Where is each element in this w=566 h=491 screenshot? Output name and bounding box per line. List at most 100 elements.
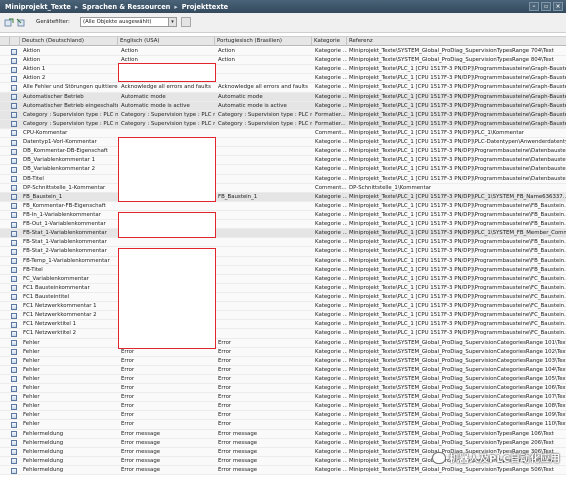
cell-german[interactable]: Fehler <box>22 393 118 402</box>
table-row[interactable]: FehlerErrorErrorKategorie ...Miniprojekt… <box>0 420 566 430</box>
cell-portuguese[interactable]: Category : Supervision type : PLC name <box>217 120 312 129</box>
cell-reference[interactable]: Miniprojekt_Texte\PLC_1 [CPU 1517F-3 PN/… <box>348 220 566 229</box>
close-icon[interactable]: × <box>553 2 563 11</box>
cell-portuguese[interactable]: Error <box>217 348 312 357</box>
cell-category[interactable]: Kategorie ... <box>314 202 347 211</box>
cell-portuguese[interactable] <box>217 320 312 329</box>
table-row[interactable]: Aktion 2 Kategorie ... Miniprojekt_Texte\P… <box>0 74 566 84</box>
cell-portuguese[interactable]: Action <box>217 56 312 65</box>
cell-english[interactable]: Error <box>120 384 215 393</box>
cell-category[interactable]: Kategorie ... <box>314 430 347 439</box>
cell-portuguese[interactable]: Error message <box>217 466 312 475</box>
cell-german[interactable]: FB-Titel <box>22 266 118 275</box>
cell-reference[interactable]: Miniprojekt_Texte\PLC_1 [CPU 1517F-3 PN/… <box>348 193 566 202</box>
filter-icon[interactable] <box>181 17 191 27</box>
cell-category[interactable]: Kategorie ... <box>314 56 347 65</box>
cell-english[interactable]: Error message <box>120 448 215 457</box>
cell-german[interactable]: FC1 Netzwerkkommentar 2 <box>22 311 118 320</box>
cell-category[interactable]: Kategorie ... <box>314 220 347 229</box>
cell-german[interactable]: DB-Titel <box>22 175 118 184</box>
table-row[interactable]: FC1 Netzwerktitel 2 Kategorie ... Miniproj… <box>0 329 566 339</box>
cell-german[interactable]: FC1 Netzwerkkommentar 1 <box>22 302 118 311</box>
cell-reference[interactable]: Miniprojekt_Texte\PLC_1 [CPU 1517F-3 PN/… <box>348 65 566 74</box>
cell-category[interactable]: Kategorie ... <box>314 193 347 202</box>
table-row[interactable]: FB-Out_1-Variablenkommentar Kategorie ...… <box>0 220 566 230</box>
column-header-german[interactable]: Deutsch (Deutschland) <box>20 37 118 46</box>
cell-reference[interactable]: Miniprojekt_Texte\SYSTEM_Global_ProDiag_… <box>348 366 566 375</box>
export-icon[interactable] <box>4 18 14 27</box>
cell-reference[interactable]: Miniprojekt_Texte\SYSTEM_Global_ProDiag_… <box>348 348 566 357</box>
table-row[interactable]: Automatischer Betrieb Automatic mode Autom… <box>0 92 566 102</box>
cell-german[interactable]: FC1 Netzwerktitel 2 <box>22 329 118 338</box>
table-row[interactable]: FC_Variablenkommentar Kategorie ... Minipr… <box>0 274 566 284</box>
chevron-down-icon[interactable]: ▾ <box>168 18 176 26</box>
cell-reference[interactable]: Miniprojekt_Texte\SYSTEM_Global_ProDiag_… <box>348 402 566 411</box>
cell-german[interactable]: Fehler <box>22 402 118 411</box>
cell-english[interactable]: Category : Supervision type : PLC name <box>120 120 215 129</box>
table-row[interactable]: FB-Titel Kategorie ... Miniprojekt_Texte\P… <box>0 265 566 275</box>
cell-category[interactable]: Kategorie ... <box>314 165 347 174</box>
table-row[interactable]: Aktion Action Action Kategorie ... Miniproje… <box>0 56 566 66</box>
table-row[interactable]: FB-Stat_2-Variablenkommentar Kategorie ..… <box>0 247 566 257</box>
cell-portuguese[interactable] <box>217 220 312 229</box>
cell-german[interactable]: Fehler <box>22 357 118 366</box>
cell-english[interactable]: Automatic mode <box>120 93 215 102</box>
cell-category[interactable]: Kategorie ... <box>314 102 347 111</box>
device-filter-select[interactable]: (Alle Objekte ausgewählt) ▾ <box>80 17 177 27</box>
table-row[interactable]: FehlerErrorErrorKategorie ...Miniprojekt… <box>0 356 566 366</box>
cell-german[interactable]: DP-Schnittstelle_1-Kommentar <box>22 184 118 193</box>
cell-category[interactable]: Kategorie ... <box>314 411 347 420</box>
table-row[interactable]: FB_Kommentar-FB-Eigenschaft Kategorie ...… <box>0 201 566 211</box>
breadcrumb-project-texts[interactable]: Projekttexte <box>182 3 228 11</box>
cell-category[interactable]: Kategorie ... <box>314 339 347 348</box>
cell-german[interactable]: DB_Kommentar-DB-Eigenschaft <box>22 147 118 156</box>
table-row[interactable]: FB-In_1-Variablenkommentar Kategorie ... M… <box>0 210 566 221</box>
cell-portuguese[interactable]: Automatic mode <box>217 93 312 102</box>
cell-portuguese[interactable]: FB_Baustein_1 <box>217 193 312 202</box>
cell-english[interactable]: Error <box>120 366 215 375</box>
cell-german[interactable]: Fehler <box>22 348 118 357</box>
cell-reference[interactable]: Miniprojekt_Texte\PLC_1 [CPU 1517F-3 PN/… <box>348 247 566 256</box>
table-row[interactable]: Category : Supervision type : PLC nameCa… <box>0 110 566 120</box>
cell-reference[interactable]: Miniprojekt_Texte\PLC_1 [CPU 1517F-3 PN/… <box>348 93 566 102</box>
cell-portuguese[interactable] <box>217 138 312 147</box>
cell-portuguese[interactable]: Automatic mode is active <box>217 102 312 111</box>
cell-category[interactable]: Kategorie ... <box>314 439 347 448</box>
cell-portuguese[interactable] <box>217 275 312 284</box>
table-row[interactable]: Aktion 1 Kategorie ... Miniprojekt_Texte\P… <box>0 65 566 75</box>
cell-portuguese[interactable] <box>217 238 312 247</box>
cell-reference[interactable]: Miniprojekt_Texte\PLC_1 [CPU 1517F-3 PN/… <box>348 83 566 92</box>
cell-reference[interactable]: Miniprojekt_Texte\PLC_1 [CPU 1517F-3 PN/… <box>348 175 566 184</box>
table-row[interactable]: FC1 Netzwerkkommentar 2 Kategorie ... Mini… <box>0 311 566 321</box>
cell-german[interactable]: DB_Variablenkommentar 1 <box>22 156 118 165</box>
cell-portuguese[interactable]: Error <box>217 357 312 366</box>
cell-english[interactable]: Error <box>120 420 215 429</box>
cell-category[interactable]: Kategorie ... <box>314 366 347 375</box>
cell-german[interactable]: Fehler <box>22 420 118 429</box>
cell-english[interactable]: Error message <box>120 430 215 439</box>
cell-reference[interactable]: Miniprojekt_Texte\SYSTEM_Global_ProDiag_… <box>348 384 566 393</box>
cell-portuguese[interactable] <box>217 229 312 238</box>
table-row[interactable]: FC1 Netzwerkkommentar 1 Kategorie ... Mini… <box>0 302 566 312</box>
cell-german[interactable]: Automatischer Betrieb eingeschaltet <box>22 102 118 111</box>
cell-category[interactable]: Kategorie ... <box>314 311 347 320</box>
cell-reference[interactable]: Miniprojekt_Texte\SYSTEM_Global_ProDiag_… <box>348 439 566 448</box>
cell-english[interactable]: Error <box>120 357 215 366</box>
cell-english[interactable]: Error message <box>120 457 215 466</box>
cell-reference[interactable]: Miniprojekt_Texte\PLC_1 [CPU 1517F-3 PN/… <box>348 284 566 293</box>
cell-portuguese[interactable] <box>217 247 312 256</box>
cell-reference[interactable]: Miniprojekt_Texte\PLC_1 [CPU 1517F-3 PN/… <box>348 320 566 329</box>
cell-category[interactable]: Comment... <box>314 184 347 193</box>
table-row[interactable]: FB-Temp_1-Variablenkommentar Kategorie ..… <box>0 256 566 266</box>
cell-portuguese[interactable] <box>217 284 312 293</box>
table-row[interactable]: FehlerErrorErrorKategorie ...Miniprojekt… <box>0 384 566 394</box>
cell-category[interactable]: Kategorie ... <box>314 138 347 147</box>
cell-german[interactable]: FC1 Bausteinkommentar <box>22 284 118 293</box>
cell-english[interactable]: Error <box>120 375 215 384</box>
cell-reference[interactable]: DP-Schnittstelle_1\Kommentar <box>348 184 566 193</box>
cell-english[interactable]: Error <box>120 411 215 420</box>
cell-category[interactable]: Kategorie ... <box>314 257 347 266</box>
cell-reference[interactable]: Miniprojekt_Texte\SYSTEM_Global_ProDiag_… <box>348 357 566 366</box>
cell-category[interactable]: Kategorie ... <box>314 384 347 393</box>
cell-category[interactable]: Kategorie ... <box>314 448 347 457</box>
